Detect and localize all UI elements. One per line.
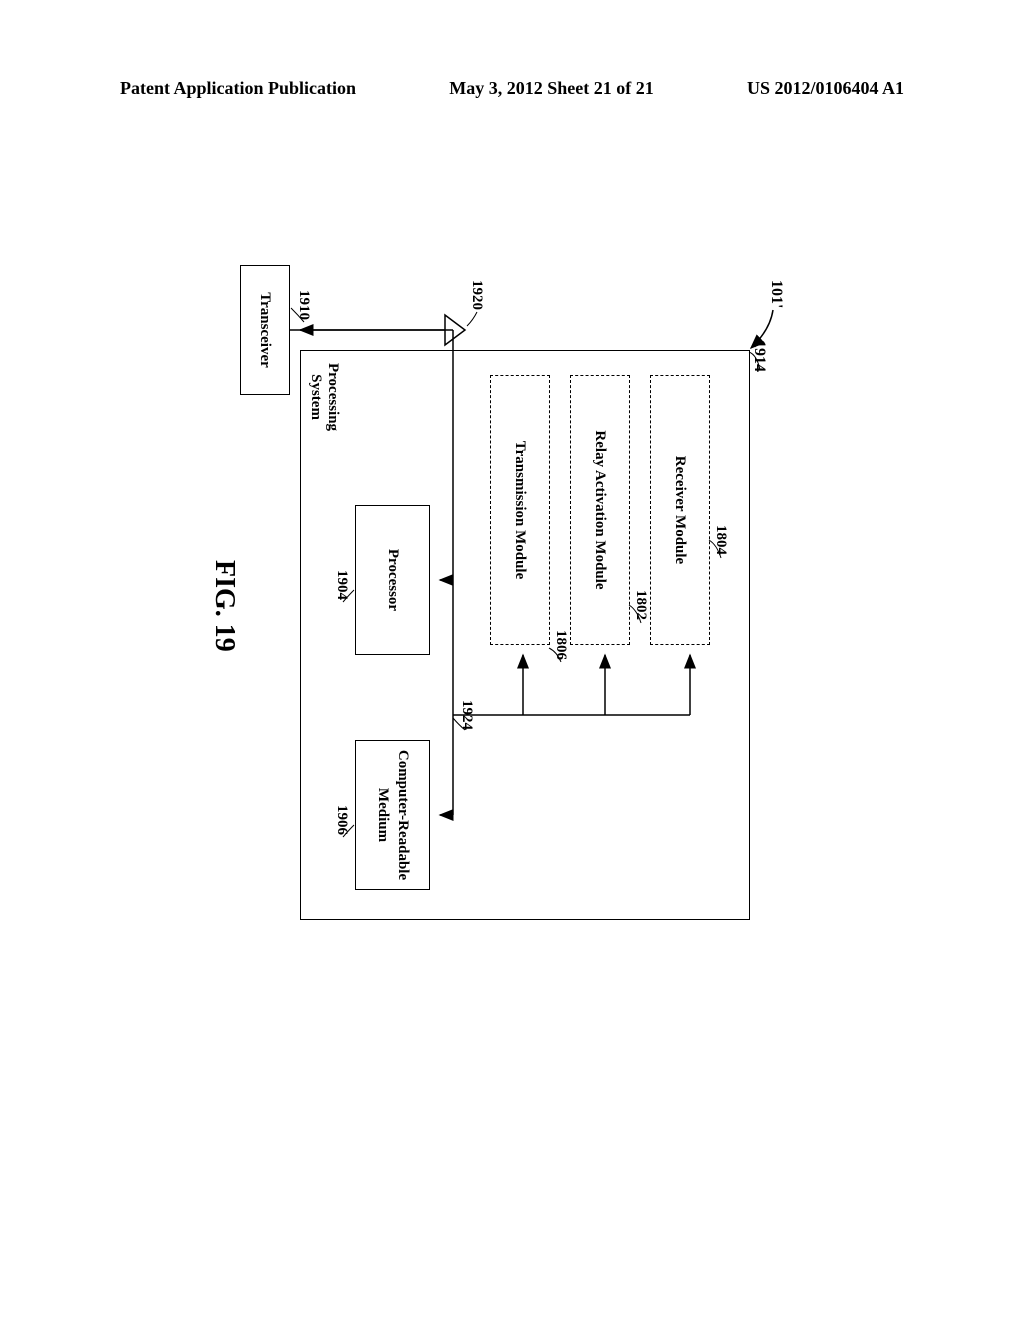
receiver-module-box: Receiver Module bbox=[650, 375, 710, 645]
processor-box: Processor bbox=[355, 505, 430, 655]
relay-activation-label: Relay Activation Module bbox=[592, 430, 609, 589]
receiver-module-ref-label: 1804 bbox=[712, 525, 729, 555]
medium-ref-label: 1906 bbox=[333, 805, 350, 835]
apparatus-ref-label: 101' bbox=[767, 280, 785, 308]
processing-system-label: Processing System bbox=[301, 351, 347, 443]
diagram-container: 101' Processing System 1914 Receiver Mod… bbox=[195, 260, 795, 960]
bus-ref-label: 1924 bbox=[458, 700, 475, 730]
transceiver-ref-label: 1910 bbox=[295, 290, 312, 320]
relay-activation-ref-label: 1802 bbox=[632, 590, 649, 620]
header-right: US 2012/0106404 A1 bbox=[747, 78, 904, 99]
transmission-module-ref-label: 1806 bbox=[552, 630, 569, 660]
transmission-module-box: Transmission Module bbox=[490, 375, 550, 645]
medium-label: Computer-Readable Medium bbox=[373, 750, 412, 880]
medium-box: Computer-Readable Medium bbox=[355, 740, 430, 890]
page-header: Patent Application Publication May 3, 20… bbox=[0, 78, 1024, 99]
processor-ref-label: 1904 bbox=[333, 570, 350, 600]
header-left: Patent Application Publication bbox=[120, 78, 356, 99]
header-center: May 3, 2012 Sheet 21 of 21 bbox=[449, 78, 653, 99]
transceiver-box: Transceiver bbox=[240, 265, 290, 395]
receiver-module-label: Receiver Module bbox=[672, 456, 689, 564]
processing-system-ref-label: 1914 bbox=[750, 340, 768, 372]
transmission-module-label: Transmission Module bbox=[512, 441, 529, 580]
relay-activation-box: Relay Activation Module bbox=[570, 375, 630, 645]
antenna-ref-label: 1920 bbox=[468, 280, 485, 310]
transceiver-label: Transceiver bbox=[257, 292, 274, 368]
processor-label: Processor bbox=[384, 549, 401, 611]
figure-label: FIG. 19 bbox=[208, 560, 240, 652]
diagram-rotated: 101' Processing System 1914 Receiver Mod… bbox=[195, 260, 795, 960]
diagram: 101' Processing System 1914 Receiver Mod… bbox=[195, 260, 795, 960]
